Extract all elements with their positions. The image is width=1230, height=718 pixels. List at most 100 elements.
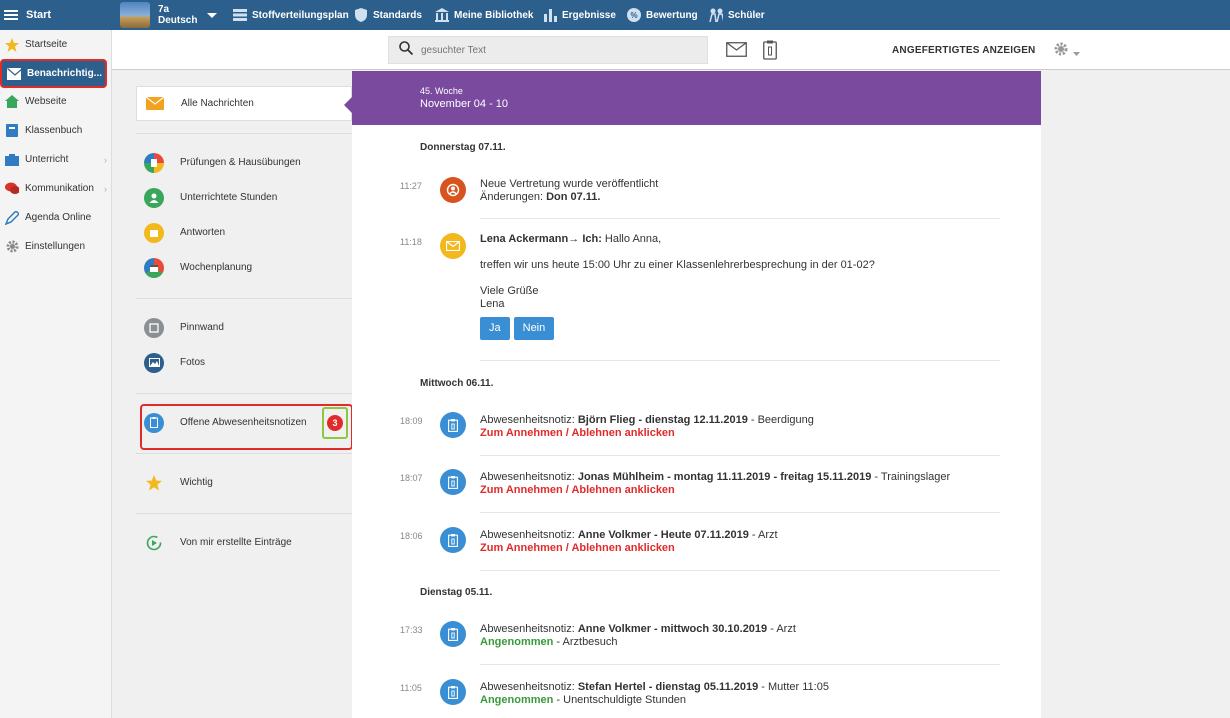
divider <box>480 570 1000 571</box>
star-icon <box>144 473 164 493</box>
sidebar-item-einstellungen[interactable]: Einstellungen <box>0 232 112 261</box>
library-icon <box>435 8 449 22</box>
accept-reject-link[interactable]: Zum Annehmen / Ablehnen anklicken <box>480 484 1000 497</box>
filter-pruefungen[interactable]: Prüfungen & Hausübungen <box>136 145 352 180</box>
svg-text:%: % <box>630 11 637 20</box>
mail-icon[interactable] <box>726 42 747 62</box>
nav-stoffverteilungsplan[interactable]: Stoffverteilungsplan <box>233 0 349 30</box>
absence-note-icon <box>440 621 466 647</box>
no-button[interactable]: Nein <box>513 317 555 340</box>
nav-ergebnisse[interactable]: Ergebnisse <box>543 0 616 30</box>
student-name: Anne Volkmer <box>577 529 651 541</box>
yes-button[interactable]: Ja <box>480 317 510 340</box>
sidebar-item-unterricht[interactable]: Unterricht › <box>0 145 112 174</box>
settings-dropdown[interactable] <box>1054 42 1080 61</box>
absence-note-icon <box>440 527 466 553</box>
status-accepted: Angenommen <box>480 636 554 648</box>
absence-note-icon <box>440 469 466 495</box>
nav-bewertung[interactable]: % Bewertung <box>627 0 698 30</box>
absence-reason: - Arzt <box>748 529 778 541</box>
filter-wochenplanung[interactable]: Wochenplanung <box>136 250 352 285</box>
student-name: Stefan Hertel <box>577 681 646 693</box>
absence-note-icon <box>440 412 466 438</box>
book-icon <box>5 124 19 138</box>
unread-count-badge: 3 <box>327 415 343 431</box>
divider <box>480 360 1000 361</box>
accept-reject-link[interactable]: Zum Annehmen / Ablehnen anklicken <box>480 427 1000 440</box>
divider <box>136 513 352 514</box>
divider <box>136 133 352 134</box>
bar-chart-icon <box>543 8 557 22</box>
student-name: Björn Flieg <box>577 414 636 426</box>
stack-icon <box>233 8 247 22</box>
absence-dates: - Heute 07.11.2019 <box>651 529 749 541</box>
absence-reason: - Beerdigung <box>747 414 814 426</box>
absence-note-icon <box>440 679 466 705</box>
timestamp: 11:05 <box>400 683 422 693</box>
class-avatar <box>120 2 150 28</box>
toolbar: ANGEFERTIGTES ANZEIGEN <box>112 30 1230 70</box>
nav-schueler[interactable]: Schüler <box>709 0 765 30</box>
sidebar-item-agenda-online[interactable]: Agenda Online <box>0 203 112 232</box>
accept-reject-link[interactable]: Zum Annehmen / Ablehnen anklicken <box>480 542 1000 555</box>
timestamp: 18:06 <box>400 531 423 541</box>
divider <box>480 218 1000 219</box>
sidebar-item-webseite[interactable]: Webseite <box>0 87 112 116</box>
selected-pointer <box>344 97 352 113</box>
student-name: Jonas Mühlheim <box>577 471 665 483</box>
grade-icon: % <box>627 8 641 22</box>
sidebar-item-startseite[interactable]: Startseite <box>0 30 112 59</box>
right-empty-area <box>1041 71 1230 718</box>
class-name: 7a <box>158 4 170 15</box>
status-accepted: Angenommen <box>480 694 554 706</box>
search-input[interactable] <box>421 44 681 56</box>
refresh-icon <box>144 533 164 553</box>
substitution-icon <box>440 177 466 203</box>
filter-pinnwand[interactable]: Pinnwand <box>136 310 352 345</box>
day-heading: Dienstag 05.11. <box>420 587 493 598</box>
chat-icon <box>5 182 19 196</box>
mail-icon <box>145 94 165 114</box>
filter-wichtig[interactable]: Wichtig <box>136 465 352 500</box>
star-icon <box>5 37 19 52</box>
board-icon <box>144 317 164 338</box>
gear-icon <box>5 240 19 254</box>
accept-note: - Unentschuldigte Stunden <box>553 694 687 706</box>
divider <box>136 393 352 394</box>
absence-note-icon[interactable] <box>763 40 777 65</box>
nav-standards[interactable]: Standards <box>354 0 422 30</box>
absence-reason: - Mutter 11:05 <box>758 681 829 693</box>
show-completed-button[interactable]: ANGEFERTIGTES ANZEIGEN <box>892 45 1035 56</box>
sidebar: Startseite Benachrichtig... Webseite Kla… <box>0 30 112 718</box>
filter-unterrichtete-stunden[interactable]: Unterrichtete Stunden <box>136 180 352 215</box>
filter-fotos[interactable]: Fotos <box>136 345 352 380</box>
divider <box>136 453 352 454</box>
accept-note: - Arztbesuch <box>553 636 618 648</box>
start-label: Start <box>26 9 52 21</box>
notification-feed: 45. Woche November 04 - 10 Donnerstag 07… <box>352 71 1041 718</box>
filter-antworten[interactable]: Antworten <box>136 215 352 250</box>
chevron-right-icon: › <box>104 183 107 194</box>
sidebar-item-klassenbuch[interactable]: Klassenbuch <box>0 116 112 145</box>
filter-meine-eintraege[interactable]: Von mir erstellte Einträge <box>136 525 352 560</box>
divider <box>480 664 1000 665</box>
timestamp: 18:07 <box>400 473 423 483</box>
students-icon <box>709 8 723 22</box>
calendar-icon <box>144 257 164 278</box>
nav-meine-bibliothek[interactable]: Meine Bibliothek <box>435 0 533 30</box>
absence-dates: - mittwoch 30.10.2019 <box>651 623 768 635</box>
start-menu-button[interactable]: Start <box>0 0 112 30</box>
answer-icon <box>144 222 164 243</box>
filter-alle-nachrichten[interactable]: Alle Nachrichten <box>136 86 352 121</box>
absence-reason: - Trainingslager <box>871 471 951 483</box>
sidebar-item-kommunikation[interactable]: Kommunikation › <box>0 174 112 203</box>
mail-icon <box>440 233 466 259</box>
chevron-right-icon: › <box>104 154 107 165</box>
timestamp: 11:18 <box>400 237 422 247</box>
message-text: Neue Vertretung wurde veröffentlicht <box>480 178 659 190</box>
search-box[interactable] <box>388 36 708 64</box>
photo-icon <box>144 352 164 373</box>
class-selector[interactable]: 7a Deutsch <box>120 0 218 30</box>
chevron-down-icon <box>1073 43 1080 61</box>
sidebar-item-benachrichtigungen[interactable]: Benachrichtig... <box>0 59 107 88</box>
